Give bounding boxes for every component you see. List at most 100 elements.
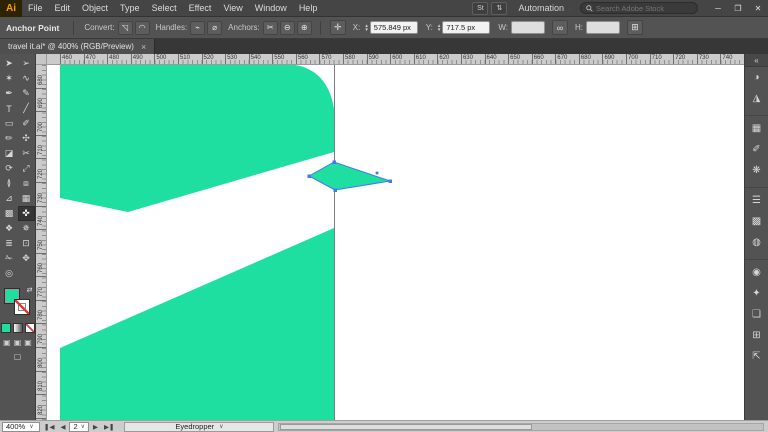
anchor-point[interactable] [334, 189, 338, 193]
slice-tool[interactable]: ✁ [1, 251, 18, 266]
minimize-button[interactable]: ─ [708, 0, 728, 16]
perspective-grid-tool[interactable]: ⊿ [1, 191, 18, 206]
scale-tool[interactable]: ⤢ [18, 161, 35, 176]
y-field[interactable]: 717.5 px [442, 21, 490, 34]
selection-tool[interactable]: ➤ [1, 56, 18, 71]
close-button[interactable]: ✕ [748, 0, 768, 16]
stock-search[interactable] [580, 2, 698, 14]
type-tool[interactable]: T [1, 101, 18, 116]
gradient-panel-icon[interactable]: ▩ [745, 211, 768, 232]
workspace-switcher[interactable]: Automation ⌄ [518, 3, 572, 13]
green-shape-top[interactable] [60, 65, 334, 212]
convert-to-smooth-button[interactable]: ◠ [135, 21, 150, 35]
link-dimensions-icon[interactable]: ∞ [552, 20, 568, 35]
transform-options-icon[interactable]: ⊞ [627, 20, 643, 35]
scissors-tool[interactable]: ✂ [18, 146, 35, 161]
curvature-tool[interactable]: ✎ [18, 86, 35, 101]
graphic-styles-panel-icon[interactable]: ✦ [745, 283, 768, 304]
swatches-panel-icon[interactable]: ▦ [745, 115, 768, 139]
eraser-tool[interactable]: ◪ [1, 146, 18, 161]
color-panel-icon[interactable]: ◑ [745, 67, 768, 88]
w-field[interactable] [511, 21, 545, 34]
column-graph-tool[interactable]: ≣ [1, 236, 18, 251]
adobe-stock-icon[interactable]: St [472, 2, 488, 15]
connect-anchors-button[interactable]: ⊕ [297, 21, 312, 35]
menu-item[interactable]: Effect [183, 0, 218, 16]
draw-inside-icon[interactable]: ▣ [24, 338, 32, 347]
line-segment-tool[interactable]: ╱ [18, 101, 35, 116]
rectangle-tool[interactable]: ▭ [1, 116, 18, 131]
none-mode-button[interactable] [25, 323, 35, 333]
cut-path-button[interactable]: ✂ [263, 21, 278, 35]
layers-panel-icon[interactable]: ❏ [745, 304, 768, 325]
symbols-panel-icon[interactable]: ❋ [745, 160, 768, 181]
restore-button[interactable]: ❐ [728, 0, 748, 16]
anchor-point[interactable] [308, 175, 312, 179]
lasso-tool[interactable]: ∿ [18, 71, 35, 86]
arrange-documents-icon[interactable]: ⇅ [491, 2, 507, 15]
tab-close-icon[interactable]: × [141, 42, 146, 52]
paintbrush-tool[interactable]: ✐ [18, 116, 35, 131]
horizontal-scrollbar[interactable] [278, 423, 764, 431]
color-guide-panel-icon[interactable]: ◮ [745, 88, 768, 109]
expand-panels-icon[interactable]: « [745, 54, 768, 67]
gradient-tool[interactable]: ▩ [1, 206, 18, 221]
menu-item[interactable]: File [22, 0, 49, 16]
symbol-sprayer-tool[interactable]: ✵ [18, 221, 35, 236]
shaper-tool[interactable]: ✣ [18, 131, 35, 146]
pen-tool[interactable]: ✒ [1, 86, 18, 101]
green-shape-bottom[interactable] [60, 228, 334, 420]
status-display[interactable]: Eyedropper ∨ [124, 422, 274, 432]
free-transform-tool[interactable]: ⧈ [18, 176, 35, 191]
document-tab[interactable]: travel it.ai* @ 400% (RGB/Preview) × [0, 39, 155, 54]
hide-handles-button[interactable]: ⌀ [207, 21, 222, 35]
gradient-mode-button[interactable] [13, 323, 23, 333]
x-field[interactable]: 575.849 px [370, 21, 418, 34]
show-handles-button[interactable]: ⌁ [190, 21, 205, 35]
remove-anchor-button[interactable]: ⊖ [280, 21, 295, 35]
h-field[interactable] [586, 21, 620, 34]
y-stepper[interactable]: ▲▼ [437, 24, 441, 32]
anchor-point[interactable] [333, 161, 337, 165]
direct-selection-tool[interactable]: ➢ [18, 56, 35, 71]
ruler-corner[interactable] [36, 54, 47, 65]
prev-artboard-button[interactable]: ◀ [58, 423, 67, 431]
stroke-panel-icon[interactable]: ☰ [745, 187, 768, 211]
screen-mode-icon[interactable]: ▢ [14, 352, 22, 361]
asset-export-panel-icon[interactable]: ⇱ [745, 346, 768, 367]
menu-item[interactable]: Select [146, 0, 183, 16]
menu-item[interactable]: Edit [49, 0, 77, 16]
artboards-panel-icon[interactable]: ⊞ [745, 325, 768, 346]
stroke-swatch[interactable] [14, 299, 30, 315]
magic-wand-tool[interactable]: ✶ [1, 71, 18, 86]
next-artboard-button[interactable]: ▶ [91, 423, 100, 431]
first-artboard-button[interactable]: ❚◀ [42, 423, 56, 431]
artboard-number-select[interactable]: 2 ∨ [69, 422, 89, 432]
menu-item[interactable]: Help [293, 0, 324, 16]
artboard-tool[interactable]: ⊡ [18, 236, 35, 251]
reference-point-icon[interactable]: ✛ [330, 20, 346, 35]
search-input[interactable] [593, 4, 692, 13]
transparency-panel-icon[interactable]: ◍ [745, 232, 768, 253]
zoom-tool[interactable]: ◎ [1, 266, 18, 281]
width-tool[interactable]: ≬ [1, 176, 18, 191]
draw-behind-icon[interactable]: ▣ [14, 338, 22, 347]
swap-fill-stroke-icon[interactable]: ⇄ [27, 287, 33, 294]
menu-item[interactable]: Type [114, 0, 146, 16]
mesh-tool[interactable]: ▦ [18, 191, 35, 206]
hand-tool[interactable]: ✥ [18, 251, 35, 266]
vertical-ruler[interactable]: 6706806907007107207307407507607707807908… [36, 65, 47, 420]
pencil-tool[interactable]: ✏ [1, 131, 18, 146]
direction-handle-dot[interactable] [376, 172, 379, 175]
rotate-tool[interactable]: ⟳ [1, 161, 18, 176]
brushes-panel-icon[interactable]: ✐ [745, 139, 768, 160]
menu-item[interactable]: Window [249, 0, 293, 16]
x-stepper[interactable]: ▲▼ [364, 24, 368, 32]
last-artboard-button[interactable]: ▶❚ [102, 423, 116, 431]
color-mode-button[interactable] [1, 323, 11, 333]
eyedropper-tool[interactable]: ✜ [18, 206, 35, 221]
menu-item[interactable]: Object [76, 0, 114, 16]
anchor-point[interactable] [389, 180, 393, 184]
draw-normal-icon[interactable]: ▣ [3, 338, 11, 347]
blend-tool[interactable]: ❖ [1, 221, 18, 236]
